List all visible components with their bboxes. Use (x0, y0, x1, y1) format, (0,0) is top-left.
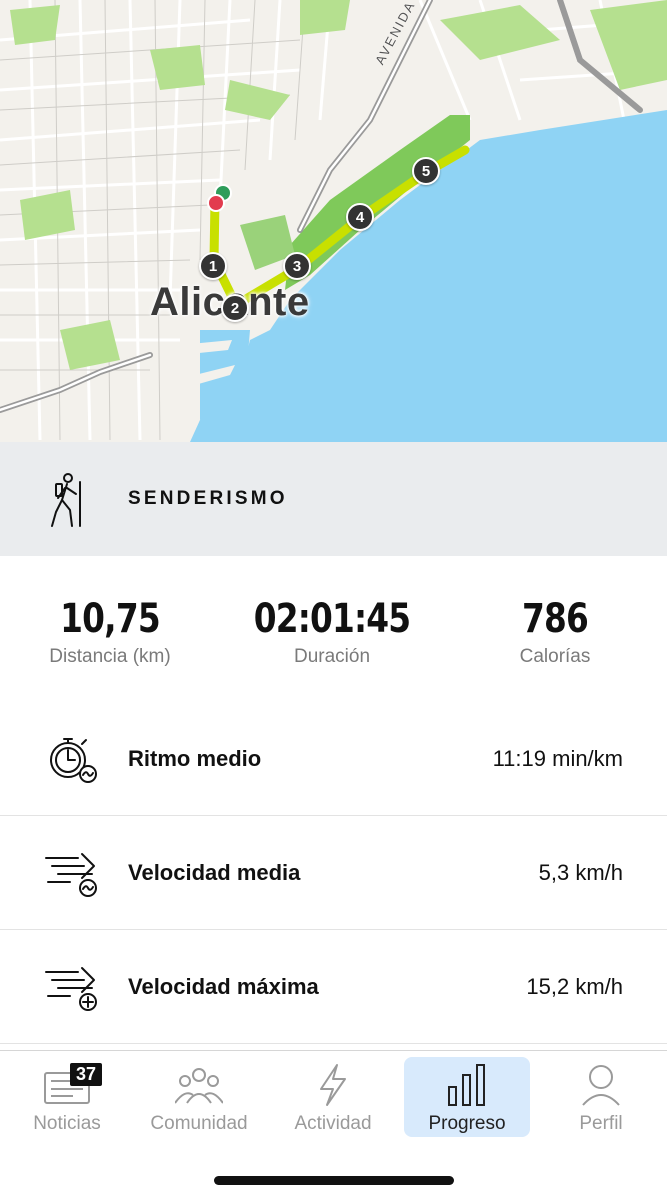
hiking-person-icon (51, 473, 81, 527)
summary-stats: 10,75 Distancia (km) 02:01:45 Duración 7… (0, 556, 667, 706)
stopwatch-pace-icon (50, 738, 97, 783)
nav-label: Comunidad (150, 1113, 248, 1134)
route-marker-3[interactable]: 3 (283, 252, 311, 280)
route-marker-4[interactable]: 4 (346, 203, 374, 231)
metric-label: Ritmo medio (128, 746, 262, 771)
route-marker-2[interactable]: 2 (221, 294, 249, 322)
nav-item-perfil[interactable]: Perfil (538, 1057, 664, 1137)
news-count-badge: 37 (70, 1063, 103, 1086)
bar-chart-icon (448, 1064, 485, 1106)
metric-value: 15,2 km/h (526, 974, 623, 999)
nav-item-actividad[interactable]: Actividad (270, 1057, 396, 1137)
lightning-icon (320, 1064, 346, 1106)
nav-label: Noticias (33, 1113, 101, 1134)
nav-label: Progreso (428, 1113, 506, 1134)
stat-calories: 786 Calorías (445, 596, 665, 668)
metric-value: 11:19 min/km (492, 746, 623, 771)
speed-max-icon (45, 967, 97, 1011)
nav-label: Actividad (294, 1113, 372, 1134)
metric-row-avg-speed: Velocidad media 5,3 km/h (0, 816, 667, 930)
distance-label: Distancia (km) (49, 646, 171, 667)
activity-header: SENDERISMO (0, 442, 667, 556)
distance-value: 10,75 (60, 596, 160, 642)
nav-label: Perfil (579, 1113, 623, 1134)
duration-label: Duración (293, 646, 371, 667)
calories-value: 786 (521, 596, 589, 642)
metric-label: Velocidad máxima (128, 974, 319, 999)
map-canvas (0, 0, 667, 442)
calories-label: Calorías (519, 646, 591, 667)
route-marker-5[interactable]: 5 (412, 157, 440, 185)
route-marker-1[interactable]: 1 (199, 252, 227, 280)
speed-average-icon (45, 853, 97, 897)
metric-row-max-speed: Velocidad máxima 15,2 km/h (0, 930, 667, 1044)
stat-distance: 10,75 Distancia (km) (0, 596, 220, 668)
route-map[interactable]: AVENIDA DE DE Alicante 1 2 3 4 5 (0, 0, 667, 442)
metric-value: 5,3 km/h (538, 860, 623, 885)
profile-icon (582, 1065, 620, 1106)
metric-label: Velocidad media (128, 860, 301, 885)
stat-duration: 02:01:45 Duración (222, 596, 442, 668)
home-indicator[interactable] (214, 1176, 454, 1185)
nav-item-comunidad[interactable]: Comunidad (136, 1057, 262, 1137)
nav-item-progreso[interactable]: Progreso (404, 1057, 530, 1137)
nav-item-noticias[interactable]: 37 Noticias (4, 1057, 130, 1137)
community-icon (175, 1068, 223, 1104)
duration-value: 02:01:45 (253, 596, 411, 642)
activity-type-label: SENDERISMO (128, 488, 288, 509)
metric-row-pace: Ritmo medio 11:19 min/km (0, 702, 667, 816)
